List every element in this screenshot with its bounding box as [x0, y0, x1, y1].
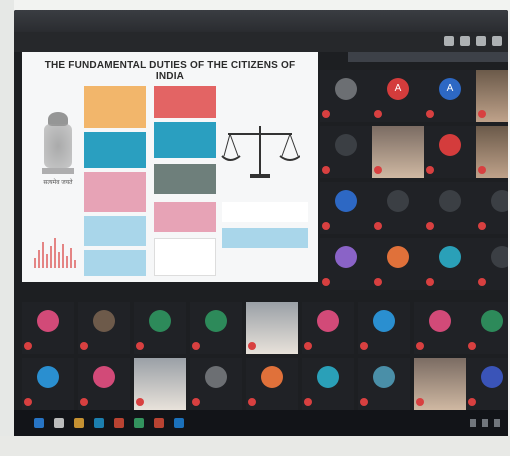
- participant-tile[interactable]: [372, 182, 424, 234]
- volume-icon[interactable]: [482, 419, 488, 427]
- app-icon[interactable]: [154, 418, 164, 428]
- layout-icon[interactable]: [444, 36, 454, 46]
- participant-tile[interactable]: [466, 302, 508, 354]
- participant-tile[interactable]: [358, 358, 410, 410]
- participant-tile[interactable]: [22, 302, 74, 354]
- participant-video-tile[interactable]: [372, 126, 424, 178]
- photo-bottom-frame: [0, 436, 510, 456]
- participant-tile[interactable]: [302, 358, 354, 410]
- participant-video-tile[interactable]: [414, 358, 466, 410]
- participant-tile[interactable]: [466, 358, 508, 410]
- participant-tile[interactable]: [424, 238, 476, 290]
- duty-box-9: [84, 250, 146, 276]
- participant-video-tile[interactable]: [134, 358, 186, 410]
- wifi-icon[interactable]: [470, 419, 476, 427]
- duty-note-2: [222, 228, 308, 248]
- participant-tile[interactable]: [78, 302, 130, 354]
- participant-tile[interactable]: [134, 302, 186, 354]
- participant-tile[interactable]: [320, 126, 372, 178]
- duty-note-1: [222, 202, 308, 222]
- laptop-screen: THE FUNDAMENTAL DUTIES OF THE CITIZENS O…: [14, 10, 508, 436]
- start-icon[interactable]: [34, 418, 44, 428]
- participant-tile[interactable]: [320, 238, 372, 290]
- slide-title: THE FUNDAMENTAL DUTIES OF THE CITIZENS O…: [44, 60, 296, 82]
- meeting-header: [14, 32, 508, 52]
- participant-tile[interactable]: [22, 358, 74, 410]
- duty-box-4: [154, 122, 216, 158]
- duty-box-10: [154, 238, 216, 276]
- duty-box-5: [84, 172, 146, 212]
- participant-tile[interactable]: [476, 238, 508, 290]
- participant-tile[interactable]: [246, 358, 298, 410]
- participant-tile[interactable]: [78, 358, 130, 410]
- national-emblem-icon: सत्यमेव जयते: [40, 112, 76, 188]
- chat-icon[interactable]: [476, 36, 486, 46]
- participant-tile[interactable]: [302, 302, 354, 354]
- participant-video-tile[interactable]: [246, 302, 298, 354]
- waveform-icon: [32, 238, 92, 268]
- duty-box-8: [154, 202, 216, 232]
- participant-tile[interactable]: [320, 70, 372, 122]
- shared-slide: THE FUNDAMENTAL DUTIES OF THE CITIZENS O…: [22, 52, 318, 282]
- app-icon[interactable]: [134, 418, 144, 428]
- participant-tile[interactable]: [320, 182, 372, 234]
- participant-tile[interactable]: [190, 358, 242, 410]
- edge-icon[interactable]: [94, 418, 104, 428]
- participants-icon[interactable]: [460, 36, 470, 46]
- participant-video-tile[interactable]: [476, 70, 508, 122]
- battery-icon[interactable]: [494, 419, 500, 427]
- participant-tile[interactable]: [424, 126, 476, 178]
- windows-taskbar: [14, 410, 508, 436]
- browser-tab-bar: [14, 10, 508, 32]
- duty-box-3: [84, 132, 146, 168]
- emblem-caption: सत्यमेव जयते: [43, 180, 73, 186]
- file-explorer-icon[interactable]: [74, 418, 84, 428]
- settings-icon[interactable]: [492, 36, 502, 46]
- meeting-controls: [444, 36, 502, 46]
- participant-video-tile[interactable]: [476, 126, 508, 178]
- duty-box-7: [84, 216, 146, 246]
- app-icon[interactable]: [174, 418, 184, 428]
- participant-tile[interactable]: [372, 238, 424, 290]
- participant-tile[interactable]: A: [424, 70, 476, 122]
- participant-tile[interactable]: [476, 182, 508, 234]
- participant-tile[interactable]: [424, 182, 476, 234]
- header-strip: [348, 52, 508, 62]
- duty-box-1: [84, 86, 146, 128]
- participant-tile[interactable]: A: [372, 70, 424, 122]
- search-icon[interactable]: [54, 418, 64, 428]
- scales-of-justice-icon: [221, 126, 300, 178]
- duty-box-2: [154, 86, 216, 118]
- participant-tile[interactable]: [190, 302, 242, 354]
- duty-box-6: [154, 164, 216, 194]
- chrome-icon[interactable]: [114, 418, 124, 428]
- laptop-bezel-left: [0, 0, 14, 456]
- participant-tile[interactable]: [358, 302, 410, 354]
- participant-tile[interactable]: [414, 302, 466, 354]
